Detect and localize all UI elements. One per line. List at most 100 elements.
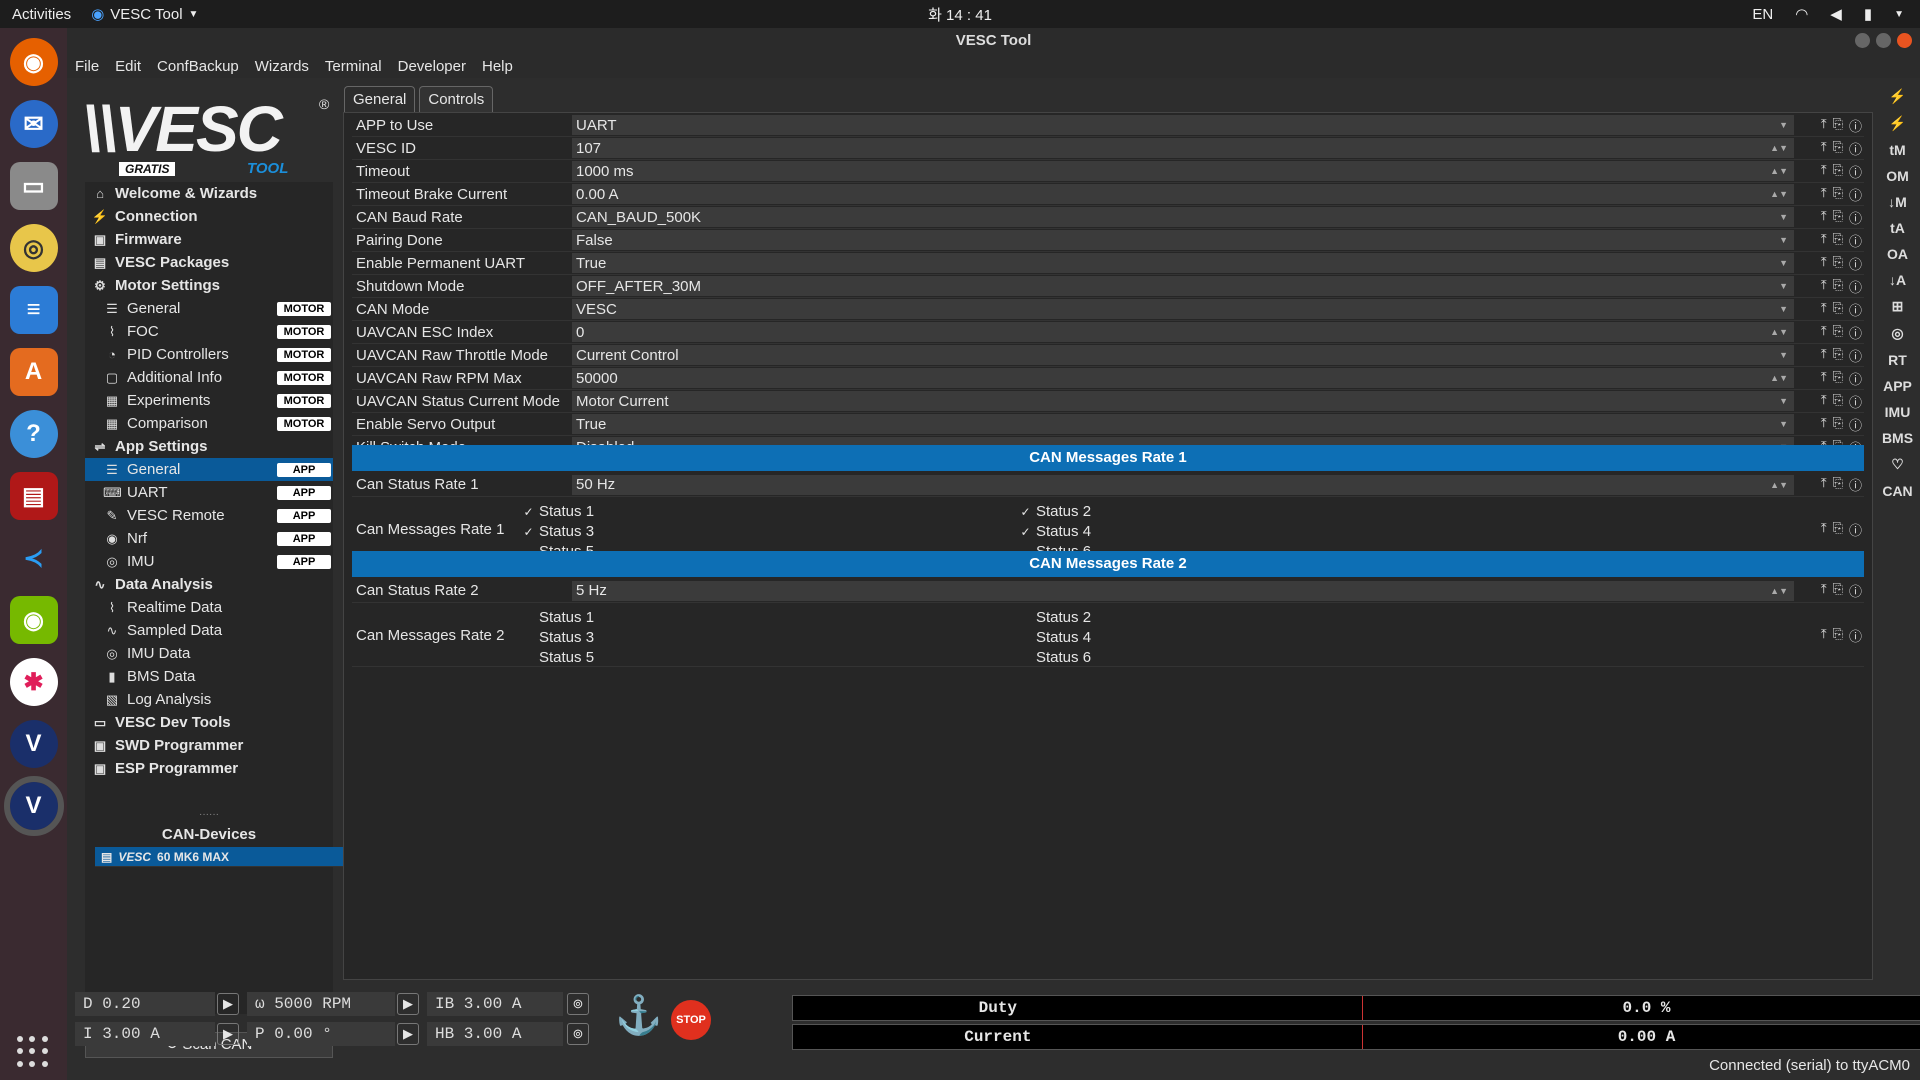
spinner-arrows-icon[interactable]: ▲▼ [1770,373,1788,383]
nav-item[interactable]: ▦ Comparison MOTOR [85,412,333,435]
status-checkbox[interactable]: Status 2 [1019,609,1091,626]
maximize-button[interactable] [1876,33,1891,48]
copy-icon[interactable]: ⎘ [1833,277,1843,296]
heart-icon[interactable]: ♡ [1891,456,1904,473]
nav-item[interactable]: ☰ General APP [85,458,333,481]
nav-item[interactable]: ▦ Experiments MOTOR [85,389,333,412]
nav-item[interactable]: ✎ VESC Remote APP [85,504,333,527]
param-spin[interactable]: 50000 ▲▼ [572,368,1794,388]
help-icon[interactable]: ⓘ [1849,300,1862,319]
spinner-arrows-icon[interactable]: ▲▼ [1770,166,1788,176]
copy-icon[interactable]: ⎘ [1833,369,1843,388]
position-input[interactable]: P 0.00 ° [247,1022,395,1046]
nav-item[interactable]: ⌂ Welcome & Wizards [85,182,333,205]
nav-item[interactable]: ▢ Additional Info MOTOR [85,366,333,389]
copy-icon[interactable]: ⎘ [1833,581,1843,600]
help-icon[interactable]: ? [9,410,58,458]
help-icon[interactable]: ⓘ [1849,254,1862,273]
copy-icon[interactable]: ⎘ [1833,626,1843,645]
upload-icon[interactable]: ⤒ [1821,415,1827,434]
read-motor-config-icon[interactable]: tM [1889,142,1905,158]
nav-item[interactable]: ▤ VESC Packages [85,251,333,274]
nav-item[interactable]: ∿ Sampled Data [85,619,333,642]
help-icon[interactable]: ⓘ [1849,162,1862,181]
handbrake-input[interactable]: HB 3.00 A [427,1022,563,1046]
can-fwd-icon[interactable]: ⊞ [1892,298,1904,315]
help-icon[interactable]: ⓘ [1849,520,1862,539]
disconnect-icon[interactable]: ⚡ [1889,115,1906,132]
nvidia-icon[interactable]: ◉ [9,596,58,644]
help-icon[interactable]: ⓘ [1849,116,1862,135]
status-checkbox[interactable]: Status 4 [1019,629,1091,646]
copy-icon[interactable]: ⎘ [1833,254,1843,273]
param-combo[interactable]: VESC ▼ [572,299,1794,319]
tab-general[interactable]: General [344,86,416,112]
param-combo[interactable]: CAN_BAUD_500K ▼ [572,207,1794,227]
spinner-arrows-icon[interactable]: ▲▼ [1770,480,1788,490]
spinner-arrows-icon[interactable]: ▲▼ [1770,143,1788,153]
copy-icon[interactable]: ⎘ [1833,300,1843,319]
upload-icon[interactable]: ⤒ [1821,277,1827,296]
param-spin[interactable]: 107 ▲▼ [572,138,1794,158]
param-spin[interactable]: 0 ▲▼ [572,322,1794,342]
vesc-tool-icon[interactable]: V [9,720,58,768]
help-icon[interactable]: ⓘ [1849,185,1862,204]
upload-icon[interactable]: ⤒ [1821,231,1827,250]
upload-icon[interactable]: ⤒ [1821,208,1827,227]
current-input[interactable]: I 3.00 A [75,1022,215,1046]
status-checkbox[interactable]: ✓ Status 4 [1019,523,1091,540]
help-icon[interactable]: ⓘ [1849,231,1862,250]
param-combo[interactable]: OFF_AFTER_30M ▼ [572,276,1794,296]
stop-button[interactable]: STOP [671,1000,711,1040]
copy-icon[interactable]: ⎘ [1833,392,1843,411]
param-combo[interactable]: Motor Current ▼ [572,391,1794,411]
terminal-red-icon[interactable]: ▤ [9,472,58,520]
upload-icon[interactable]: ⤒ [1821,116,1827,135]
nav-item[interactable]: ⌇ FOC MOTOR [85,320,333,343]
chevron-down-icon[interactable]: ▼ [1779,281,1788,291]
spinner-arrows-icon[interactable]: ▲▼ [1770,189,1788,199]
activities-button[interactable]: Activities [12,6,71,23]
app-data-icon[interactable]: APP [1883,378,1912,394]
upload-icon[interactable]: ⤒ [1821,139,1827,158]
copy-icon[interactable]: ⎘ [1833,415,1843,434]
status-checkbox[interactable]: Status 3 [522,629,594,646]
nav-item[interactable]: ▧ Log Analysis [85,688,333,711]
read-app-config-icon[interactable]: tA [1890,220,1905,236]
upload-icon[interactable]: ⤒ [1821,162,1827,181]
upload-icon[interactable]: ⤒ [1821,346,1827,365]
chevron-down-icon[interactable]: ▼ [1779,350,1788,360]
system-tray[interactable]: EN ◠ ◀ ▮ ▼ [1752,5,1904,24]
help-icon[interactable]: ⓘ [1849,475,1862,494]
play-icon[interactable]: ▶ [397,993,419,1015]
thunderbird-icon[interactable]: ✉ [9,100,58,148]
help-icon[interactable]: ⓘ [1849,277,1862,296]
play-icon[interactable]: ▶ [397,1023,419,1045]
copy-icon[interactable]: ⎘ [1833,139,1843,158]
status-checkbox[interactable]: ✓ Status 3 [522,523,594,540]
menu-confbackup[interactable]: ConfBackup [149,58,247,75]
play-icon[interactable]: ▶ [217,993,239,1015]
nav-item[interactable]: ◎ IMU Data [85,642,333,665]
nav-item[interactable]: ⇌ App Settings [85,435,333,458]
upload-icon[interactable]: ⤒ [1821,475,1827,494]
upload-icon[interactable]: ⤒ [1821,300,1827,319]
menu-terminal[interactable]: Terminal [317,58,390,75]
param-combo[interactable]: UART ▼ [572,115,1794,135]
param-spin[interactable]: 1000 ms ▲▼ [572,161,1794,181]
nav-item[interactable]: ▣ SWD Programmer [85,734,333,757]
chevron-down-icon[interactable]: ▼ [1779,235,1788,245]
param-spin[interactable]: 5 Hz ▲▼ [572,580,1794,601]
copy-icon[interactable]: ⎘ [1833,231,1843,250]
clock[interactable]: 화 14 : 41 [928,4,992,25]
param-combo[interactable]: True ▼ [572,253,1794,273]
spinner-arrows-icon[interactable]: ▲▼ [1770,586,1788,596]
help-icon[interactable]: ⓘ [1849,392,1862,411]
play-icon[interactable]: ▶ [217,1023,239,1045]
help-icon[interactable]: ⓘ [1849,208,1862,227]
upload-icon[interactable]: ⤒ [1821,369,1827,388]
software-icon[interactable]: A [9,348,58,396]
slack-icon[interactable]: ✱ [9,658,58,706]
spinner-arrows-icon[interactable]: ▲▼ [1770,327,1788,337]
tab-controls[interactable]: Controls [419,86,494,112]
